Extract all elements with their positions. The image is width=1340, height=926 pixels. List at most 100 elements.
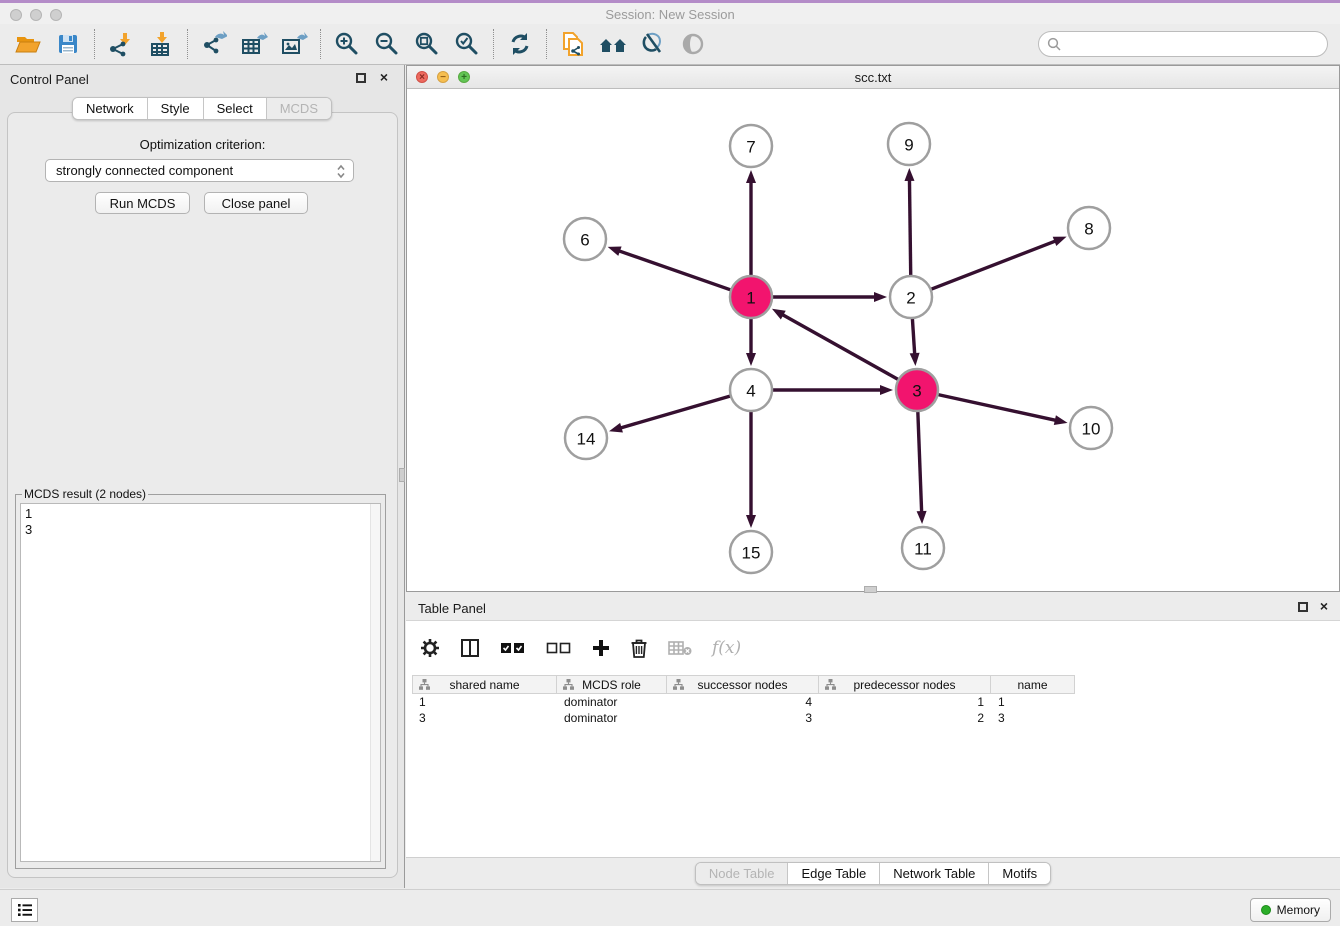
tab-style[interactable]: Style (147, 98, 203, 119)
select-all-icon[interactable] (500, 641, 526, 655)
columns-icon[interactable] (460, 638, 480, 658)
graph-edge-3-10[interactable] (938, 394, 1057, 420)
search-input[interactable] (1061, 34, 1327, 54)
refresh-icon[interactable] (500, 27, 540, 61)
tab-network[interactable]: Network (73, 98, 147, 119)
toolbar-separator (546, 29, 547, 59)
mcds-result-line: 3 (25, 522, 376, 538)
network-canvas[interactable]: 7968124314101511 (407, 89, 1339, 591)
tab-node-table[interactable]: Node Table (696, 863, 788, 884)
cell-mcds-role[interactable]: dominator (557, 694, 667, 710)
memory-button[interactable]: Memory (1250, 898, 1331, 922)
tab-mcds[interactable]: MCDS (266, 98, 331, 119)
table-panel-header: Table Panel × (406, 596, 1340, 620)
open-session-icon[interactable] (8, 27, 48, 61)
column-header-successor-nodes[interactable]: successor nodes (667, 675, 819, 694)
optimization-criterion-value: strongly connected component (56, 163, 233, 178)
function-builder-icon[interactable]: f(x) (712, 638, 741, 658)
vertical-splitter-handle[interactable] (399, 468, 405, 482)
column-header-predecessor-nodes[interactable]: predecessor nodes (819, 675, 991, 694)
first-neighbors-icon[interactable] (593, 27, 633, 61)
export-image-icon[interactable] (274, 27, 314, 61)
cell-shared-name[interactable]: 1 (412, 694, 557, 710)
graph-node-label: 8 (1084, 220, 1093, 239)
cell-predecessor-nodes[interactable]: 2 (819, 710, 991, 726)
graph-node-label: 14 (577, 430, 596, 449)
network-graph: 7968124314101511 (407, 89, 1339, 591)
result-scrollbar[interactable] (370, 504, 380, 861)
search-icon (1047, 37, 1061, 51)
run-mcds-button[interactable]: Run MCDS (95, 192, 190, 214)
optimization-criterion-select[interactable]: strongly connected component (45, 159, 354, 182)
zoom-out-icon[interactable] (367, 27, 407, 61)
gear-icon[interactable] (420, 638, 440, 658)
save-session-icon[interactable] (48, 27, 88, 61)
graph-node-label: 6 (580, 231, 589, 250)
table-row[interactable]: 3 dominator 3 2 3 (412, 710, 1075, 726)
graph-edge-2-8[interactable] (931, 241, 1057, 290)
graph-arrowhead (772, 309, 786, 320)
cell-mcds-role[interactable]: dominator (557, 710, 667, 726)
tab-edge-table[interactable]: Edge Table (787, 863, 879, 884)
zoom-in-icon[interactable] (327, 27, 367, 61)
graph-edge-3-11[interactable] (918, 411, 922, 513)
search-box[interactable] (1038, 31, 1328, 57)
import-table-icon[interactable] (141, 27, 181, 61)
delete-row-icon[interactable] (630, 638, 648, 658)
delete-table-icon[interactable] (668, 640, 692, 656)
graph-arrowhead (880, 385, 893, 395)
column-header-shared-name[interactable]: shared name (412, 675, 557, 694)
select-stepper-icon (336, 164, 346, 179)
graph-arrowhead (1054, 415, 1068, 425)
task-history-button[interactable] (11, 898, 38, 922)
clone-network-icon[interactable] (553, 27, 593, 61)
preview-eye-icon[interactable] (673, 27, 713, 61)
network-window-titlebar: × − + scc.txt (407, 66, 1339, 89)
column-header-name[interactable]: name (991, 675, 1075, 694)
mcds-result-legend: MCDS result (2 nodes) (22, 487, 148, 501)
import-network-icon[interactable] (101, 27, 141, 61)
graph-arrowhead (609, 423, 623, 433)
graph-edge-4-14[interactable] (620, 396, 731, 428)
zoom-selected-icon[interactable] (447, 27, 487, 61)
float-panel-icon[interactable] (356, 73, 366, 83)
table-row[interactable]: 1 dominator 4 1 1 (412, 694, 1075, 710)
graph-node-label: 15 (742, 544, 761, 563)
graph-edge-1-6[interactable] (618, 251, 731, 291)
horizontal-splitter-handle[interactable] (864, 586, 877, 593)
mcds-result-fieldset: MCDS result (2 nodes) 1 3 (15, 487, 386, 869)
deselect-all-icon[interactable] (546, 641, 572, 655)
graph-node-label: 4 (746, 382, 755, 401)
add-row-icon[interactable] (592, 639, 610, 657)
graph-arrowhead (608, 246, 622, 255)
cell-successor-nodes[interactable]: 3 (667, 710, 819, 726)
tab-motifs[interactable]: Motifs (988, 863, 1050, 884)
tab-select[interactable]: Select (203, 98, 266, 119)
cell-shared-name[interactable]: 3 (412, 710, 557, 726)
main-toolbar (0, 24, 1340, 65)
tab-network-table[interactable]: Network Table (879, 863, 988, 884)
mcds-result-text[interactable]: 1 3 (20, 503, 381, 862)
graph-node-label: 1 (746, 289, 755, 308)
graph-edge-3-1[interactable] (782, 314, 899, 380)
export-network-icon[interactable] (194, 27, 234, 61)
close-panel-icon[interactable]: × (380, 69, 388, 85)
cell-name[interactable]: 3 (991, 710, 1075, 726)
cell-successor-nodes[interactable]: 4 (667, 694, 819, 710)
show-hide-style-icon[interactable] (633, 27, 673, 61)
graph-arrowhead (746, 170, 756, 183)
float-table-panel-icon[interactable] (1298, 602, 1308, 612)
export-table-icon[interactable] (234, 27, 274, 61)
close-panel-button[interactable]: Close panel (204, 192, 308, 214)
cell-name[interactable]: 1 (991, 694, 1075, 710)
mcds-panel: Optimization criterion: strongly connect… (7, 112, 398, 878)
graph-node-label: 2 (906, 289, 915, 308)
close-table-panel-icon[interactable]: × (1320, 598, 1328, 614)
cell-predecessor-nodes[interactable]: 1 (819, 694, 991, 710)
zoom-fit-icon[interactable] (407, 27, 447, 61)
graph-edge-2-3[interactable] (912, 318, 914, 355)
graph-arrowhead (746, 515, 756, 528)
graph-node-label: 7 (746, 138, 755, 157)
column-header-mcds-role[interactable]: MCDS role (557, 675, 667, 694)
graph-edge-2-9[interactable] (909, 179, 910, 276)
